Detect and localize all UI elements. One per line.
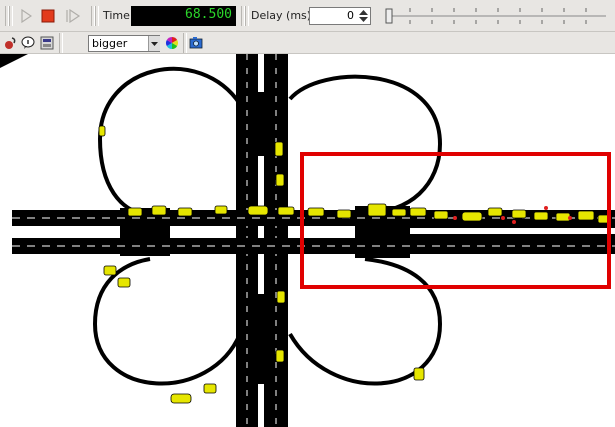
- vehicle: [307, 207, 325, 217]
- delay-slider[interactable]: [380, 4, 610, 28]
- color-wheel-icon: [165, 37, 179, 49]
- camera-icon: [189, 37, 203, 49]
- spin-icon: [359, 10, 368, 22]
- vehicle: [367, 203, 387, 217]
- vehicle: [274, 141, 284, 157]
- vehicle: [127, 207, 143, 217]
- time-label: Time:: [103, 9, 134, 22]
- ramp-north-east: [288, 74, 443, 215]
- delay-label: Delay (ms):: [251, 9, 315, 22]
- info-icon: [21, 36, 35, 49]
- vehicle: [433, 210, 449, 220]
- ramp-south-west: [92, 257, 242, 386]
- vehicle: [511, 209, 527, 219]
- color-wheel-button[interactable]: [164, 35, 180, 51]
- screenshot-button[interactable]: [188, 35, 204, 51]
- slider-icon: [385, 8, 393, 24]
- simulation-canvas[interactable]: [0, 54, 615, 427]
- step-icon: [66, 9, 81, 23]
- ramp-north-west: [97, 66, 242, 216]
- vehicle: [117, 277, 131, 288]
- vehicle: [276, 290, 286, 304]
- time-display: 68.500: [131, 6, 236, 26]
- edit-view-button[interactable]: [39, 35, 55, 51]
- vehicle: [247, 205, 269, 216]
- view-toolbar: bigger: [0, 32, 615, 54]
- vehicle: [577, 210, 595, 221]
- vehicle: [413, 367, 425, 381]
- play-button[interactable]: [16, 6, 36, 26]
- step-button[interactable]: [62, 6, 84, 26]
- info-button[interactable]: [20, 35, 36, 51]
- locate-icon: [5, 37, 16, 49]
- toolbar-separator: [9, 6, 13, 26]
- locate-button[interactable]: [2, 35, 18, 51]
- ramp-south-east: [288, 257, 443, 386]
- vehicle: [214, 205, 228, 215]
- vehicle: [275, 349, 285, 363]
- vehicle: [177, 207, 193, 217]
- vehicle: [336, 209, 352, 219]
- vehicle: [533, 211, 549, 221]
- color-scheme-dropdown[interactable]: [148, 36, 160, 51]
- vehicle: [409, 207, 427, 217]
- simulation-toolbar: Time: 68.500 Delay (ms): 0: [0, 0, 615, 32]
- color-scheme-value: bigger: [92, 37, 128, 50]
- play-icon: [21, 9, 32, 23]
- toolbar-separator: [95, 6, 99, 26]
- vehicle: [391, 208, 407, 217]
- dropdown-icon: [151, 41, 158, 46]
- stop-button[interactable]: [38, 6, 58, 26]
- vehicle: [487, 207, 503, 217]
- vehicle: [461, 211, 483, 222]
- vehicle: [151, 205, 167, 216]
- vehicle: [203, 383, 217, 394]
- toolbar-separator: [183, 33, 187, 53]
- delay-value: 0: [347, 9, 354, 22]
- stop-icon: [41, 9, 55, 23]
- vehicle: [555, 212, 571, 222]
- delay-spin-buttons[interactable]: [357, 8, 370, 24]
- vehicles: [98, 125, 611, 404]
- vehicle: [103, 265, 117, 276]
- edit-view-icon: [40, 36, 54, 50]
- road-network-view: [0, 54, 615, 427]
- vehicle: [170, 393, 192, 404]
- vehicle: [277, 206, 295, 216]
- vehicle: [275, 173, 285, 187]
- vehicle: [98, 125, 106, 137]
- network-edge-fragment: [0, 54, 28, 68]
- toolbar-separator: [59, 33, 63, 53]
- toolbar-separator: [245, 6, 249, 26]
